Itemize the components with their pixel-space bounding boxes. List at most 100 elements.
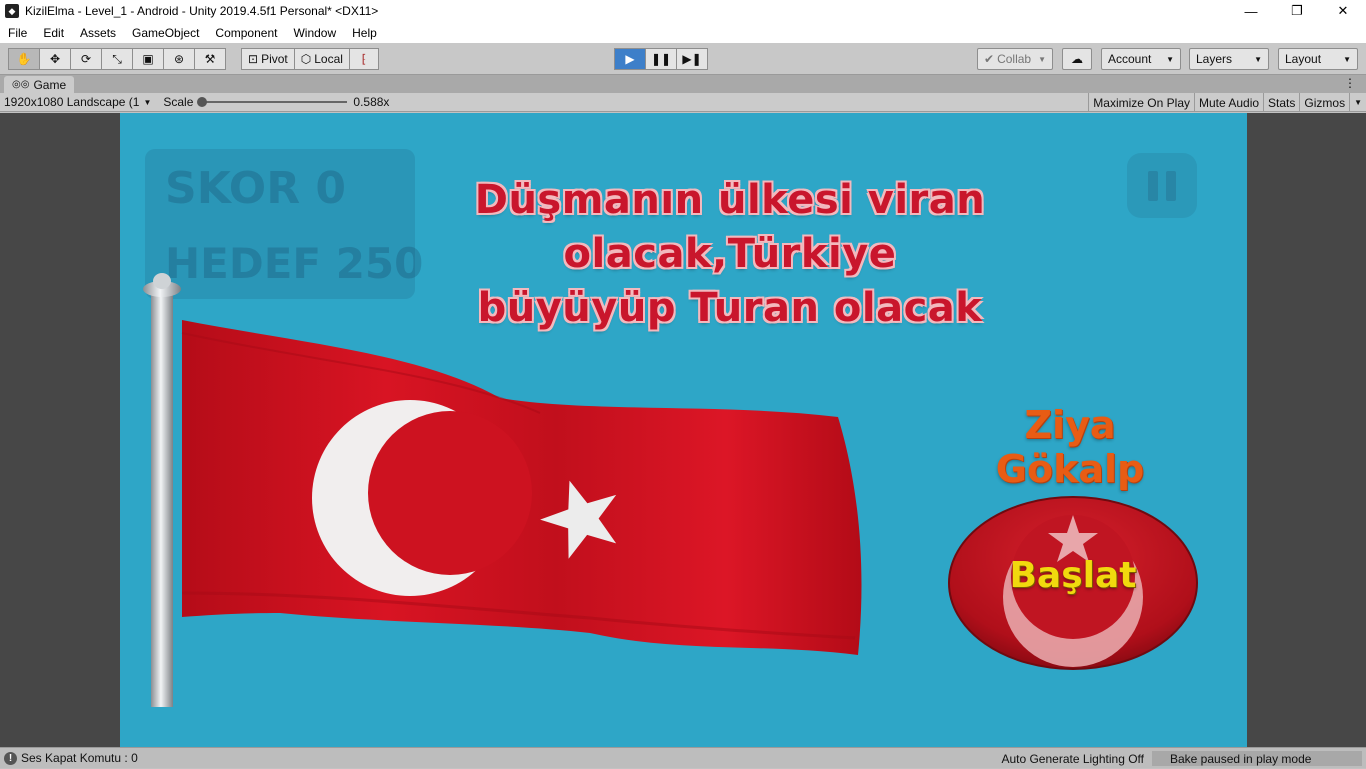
tab-options-icon[interactable]: ⋮ (1344, 76, 1356, 90)
quote-text: Düşmanın ülkesi viran olacak,Türkiye büy… (370, 173, 1090, 335)
scale-value: 0.588x (353, 95, 390, 109)
tab-game-label: Game (33, 77, 67, 92)
window-title: KizilElma - Level_1 - Android - Unity 20… (25, 4, 379, 18)
menu-gameobject[interactable]: GameObject (124, 26, 207, 40)
collab-dropdown[interactable]: ✔ Collab ▼ (977, 48, 1053, 70)
resolution-dropdown[interactable]: 1920x1080 Landscape (1 ▼ (0, 95, 155, 109)
step-icon: ▶❚ (682, 52, 702, 66)
chevron-down-icon: ▼ (1354, 98, 1362, 107)
cloud-button[interactable]: ☁ (1062, 48, 1092, 70)
lighting-status[interactable]: Auto Generate Lighting Off (993, 752, 1152, 766)
scale-slider-thumb[interactable] (197, 97, 208, 107)
chevron-down-icon: ▼ (1254, 54, 1262, 64)
info-icon: ! (4, 751, 17, 765)
transform-tools: ✋ ✥ ⟳ ⤡ ▣ ⊛ ⚒ (8, 48, 226, 70)
account-dropdown[interactable]: Account ▼ (1101, 48, 1181, 70)
scale-label: Scale (163, 95, 194, 109)
quote-line-2: büyüyüp Turan olacak (477, 285, 983, 331)
menu-bar: File Edit Assets GameObject Component Wi… (0, 22, 1366, 43)
local-button[interactable]: ⬡ Local (293, 48, 350, 70)
pause-icon: ❚❚ (650, 52, 672, 66)
menu-edit[interactable]: Edit (35, 26, 72, 40)
layers-label: Layers (1196, 52, 1233, 66)
scale-slider[interactable] (197, 97, 348, 107)
transform-tool-button[interactable]: ⊛ (163, 48, 195, 70)
hand-tool-button[interactable]: ✋ (8, 48, 40, 70)
unity-logo-icon: ◆ (5, 4, 19, 18)
rotate-icon: ⟳ (80, 52, 92, 66)
gamepad-icon: ◎◎ (12, 79, 30, 90)
rotate-tool-button[interactable]: ⟳ (70, 48, 102, 70)
chevron-down-icon: ▼ (1166, 54, 1174, 64)
chevron-down-icon: ▼ (143, 97, 152, 107)
game-screen[interactable]: SKOR 0 HEDEF 250 Düşmanın ülkesi viran o… (120, 113, 1247, 747)
local-icon: ⬡ (300, 52, 312, 66)
status-bar: ! Ses Kapat Komutu : 0 Auto Generate Lig… (0, 747, 1366, 768)
snap-button[interactable]: ⁅ (348, 48, 379, 70)
game-viewport: SKOR 0 HEDEF 250 Düşmanın ülkesi viran o… (0, 113, 1366, 747)
local-label: Local (314, 52, 343, 66)
start-button[interactable]: Başlat (948, 495, 1198, 671)
console-message[interactable]: Ses Kapat Komutu : 0 (21, 751, 138, 765)
mute-audio-toggle[interactable]: Mute Audio (1194, 93, 1263, 112)
menu-assets[interactable]: Assets (72, 26, 124, 40)
flag-pole (151, 293, 173, 707)
snap-icon: ⁅ (361, 52, 367, 66)
scale-tool-button[interactable]: ⤡ (101, 48, 133, 70)
menu-file[interactable]: File (0, 26, 35, 40)
rect-tool-button[interactable]: ▣ (132, 48, 164, 70)
window-controls: — ❐ ✕ (1228, 0, 1366, 22)
hand-icon: ✋ (16, 52, 32, 66)
scale-icon: ⤡ (112, 51, 122, 66)
tab-bar: ◎◎ Game ⋮ (0, 75, 1366, 93)
step-button[interactable]: ▶❚ (676, 48, 708, 70)
status-right: Auto Generate Lighting Off Bake paused i… (993, 748, 1366, 769)
game-view-options: Maximize On Play Mute Audio Stats Gizmos… (1088, 93, 1366, 112)
rect-icon: ▣ (142, 52, 154, 66)
pivot-icon: ⊡ (248, 52, 259, 66)
maximize-on-play-toggle[interactable]: Maximize On Play (1088, 93, 1194, 112)
pivot-tools: ⊡ Pivot ⬡ Local ⁅ (241, 48, 379, 70)
account-label: Account (1108, 52, 1152, 66)
gizmos-label: Gizmos (1304, 95, 1346, 110)
collab-label: Collab (997, 52, 1032, 66)
start-button-label: Başlat (1009, 555, 1137, 596)
play-controls: ▶ ❚❚ ▶❚ (614, 48, 708, 70)
resolution-label: 1920x1080 Landscape (1 (4, 95, 140, 109)
pause-button[interactable]: ❚❚ (645, 48, 677, 70)
cloud-icon: ☁ (1071, 52, 1083, 66)
quote-author: Ziya Gökalp (995, 403, 1145, 491)
bake-status: Bake paused in play mode (1152, 751, 1362, 766)
custom-tool-button[interactable]: ⚒ (194, 48, 226, 70)
maximize-button[interactable]: ❐ (1274, 0, 1320, 22)
check-icon: ✔ (984, 52, 995, 66)
move-icon: ✥ (49, 52, 61, 66)
gizmos-toggle[interactable]: Gizmos (1299, 93, 1349, 112)
stats-toggle[interactable]: Stats (1263, 93, 1299, 112)
move-tool-button[interactable]: ✥ (39, 48, 71, 70)
layout-dropdown[interactable]: Layout ▼ (1278, 48, 1358, 70)
chevron-down-icon: ▼ (1343, 54, 1351, 64)
minimize-button[interactable]: — (1228, 0, 1274, 22)
game-view-toolbar: 1920x1080 Landscape (1 ▼ Scale 0.588x Ma… (0, 93, 1366, 112)
pivot-button[interactable]: ⊡ Pivot (241, 48, 295, 70)
menu-component[interactable]: Component (207, 26, 285, 40)
layout-label: Layout (1285, 52, 1322, 66)
quote-line-1: Düşmanın ülkesi viran olacak,Türkiye (474, 177, 986, 277)
gizmos-dropdown[interactable]: ▼ (1349, 93, 1366, 112)
menu-window[interactable]: Window (285, 26, 344, 40)
pivot-label: Pivot (261, 52, 288, 66)
play-button[interactable]: ▶ (614, 48, 646, 70)
layers-dropdown[interactable]: Layers ▼ (1189, 48, 1269, 70)
play-icon: ▶ (625, 52, 635, 66)
chevron-down-icon: ▼ (1038, 54, 1046, 64)
transform-icon: ⊛ (173, 52, 185, 66)
main-toolbar: ✋ ✥ ⟳ ⤡ ▣ ⊛ ⚒ ⊡ Pivot ⬡ Local ⁅ ▶ ❚❚ ▶❚ ✔ … (0, 43, 1366, 75)
tab-game[interactable]: ◎◎ Game (4, 76, 75, 93)
flag-pole-finial (153, 273, 171, 289)
scale-control: Scale 0.588x (163, 95, 389, 109)
title-bar: ◆ KizilElma - Level_1 - Android - Unity … (0, 0, 1366, 22)
close-button[interactable]: ✕ (1320, 0, 1366, 22)
menu-help[interactable]: Help (344, 26, 385, 40)
tools-icon: ⚒ (204, 52, 216, 66)
